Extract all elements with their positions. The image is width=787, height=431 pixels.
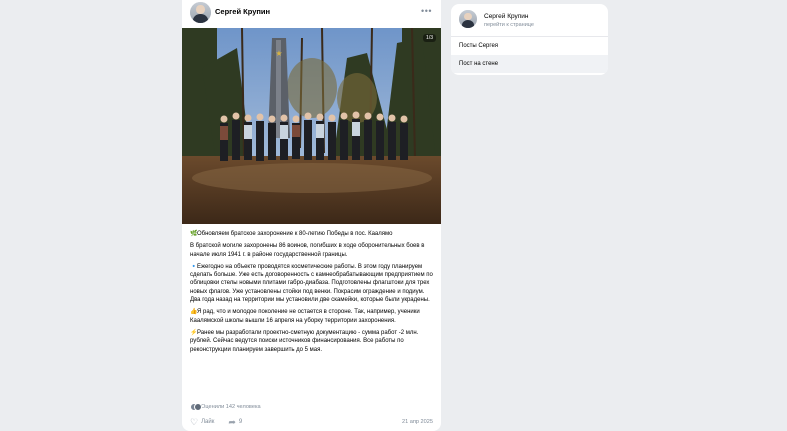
post-actions: ♡ Лайк ➦ 9 21 апр 2025 <box>190 417 433 427</box>
profile-link[interactable]: перейти к странице <box>484 22 534 28</box>
share-icon: ➦ <box>228 416 236 427</box>
paragraph: ⚡Ранее мы разработали проектно-сметную д… <box>190 329 419 353</box>
avatar[interactable] <box>459 10 477 28</box>
sidebar-item-posts[interactable]: Посты Сергея <box>451 37 608 55</box>
photo-counter: 1/3 <box>423 34 436 42</box>
share-count: 9 <box>238 419 243 425</box>
post-card: Сергей Крупин ••• ★ 1/3 🌿Обновляем братс… <box>182 0 441 431</box>
sidebar-name[interactable]: Сергей Крупин <box>484 13 529 20</box>
post-photo[interactable]: ★ 1/3 <box>182 28 441 224</box>
share-button[interactable]: ➦ 9 <box>228 417 242 428</box>
lightning-icon: ⚡ <box>190 329 198 336</box>
avatar[interactable] <box>190 2 211 23</box>
more-icon[interactable]: ••• <box>421 6 432 16</box>
like-label: Лайк <box>201 419 215 425</box>
sidebar-item-wall-post[interactable]: Пост на стене <box>451 55 608 73</box>
photo-image: ★ <box>182 28 441 224</box>
post-text: 🌿Обновляем братское захоронение к 80-лет… <box>190 230 436 358</box>
post-author[interactable]: Сергей Крупин <box>215 7 270 16</box>
heart-icon: ♡ <box>190 416 199 427</box>
sidebar-card: Сергей Крупин перейти к странице Посты С… <box>451 4 608 75</box>
reactions-summary[interactable]: Оценили 142 человека <box>190 403 261 411</box>
reaction-avatars-icon <box>190 403 202 411</box>
like-button[interactable]: ♡ Лайк <box>190 417 214 428</box>
paragraph: 🌿Обновляем братское захоронение к 80-лет… <box>190 231 393 237</box>
post-date[interactable]: 21 апр 2025 <box>402 419 433 425</box>
paragraph: В братской могиле захоронены 86 воинов, … <box>190 243 425 258</box>
leaf-icon: 🌿 <box>190 231 198 237</box>
sidebar-profile[interactable]: Сергей Крупин перейти к странице <box>451 4 608 36</box>
svg-text:★: ★ <box>275 49 282 58</box>
paragraph: 🔹Ежегодно на объекте проводятся косметич… <box>190 263 433 304</box>
blue-diamond-icon: 🔹 <box>190 263 198 270</box>
thumbs-up-icon: 👍 <box>190 309 198 316</box>
paragraph: 👍Я рад, что и молодое поколение не остае… <box>190 309 420 324</box>
post-header: Сергей Крупин ••• <box>182 0 441 26</box>
views-text: Оценили 142 человека <box>201 403 261 410</box>
